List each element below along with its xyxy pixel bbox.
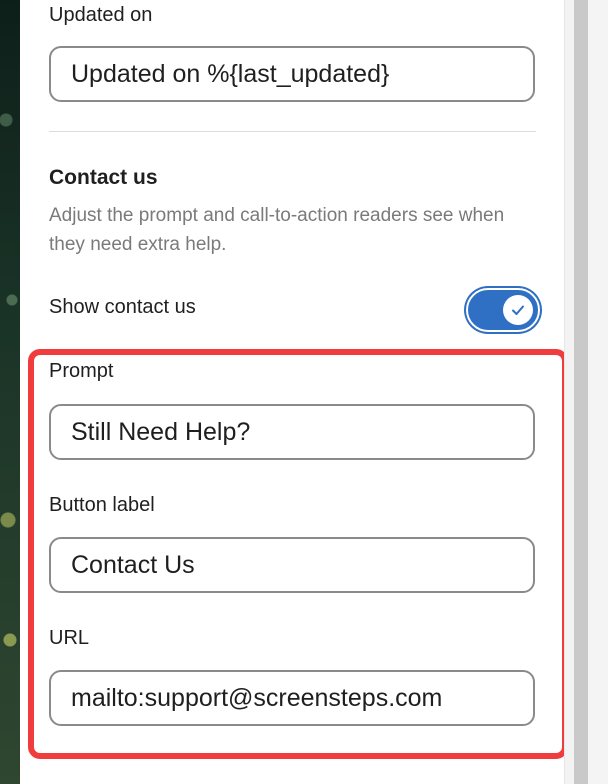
checkmark-icon (512, 305, 524, 315)
contact-us-title: Contact us (49, 166, 158, 189)
show-contact-us-label: Show contact us (49, 296, 196, 318)
button-label-input[interactable] (49, 537, 535, 593)
show-contact-us-toggle[interactable] (466, 288, 540, 332)
contact-us-description: Adjust the prompt and call-to-action rea… (49, 205, 505, 255)
updated-on-label: Updated on (49, 4, 153, 26)
section-divider (49, 131, 536, 132)
prompt-input[interactable] (49, 404, 535, 460)
prompt-label: Prompt (49, 360, 114, 382)
background-image-strip (0, 0, 20, 784)
url-label: URL (49, 627, 90, 649)
url-input[interactable] (49, 670, 535, 726)
updated-on-input[interactable] (49, 46, 535, 102)
button-label-label: Button label (49, 494, 155, 516)
window-edge (588, 0, 608, 784)
toggle-knob (503, 295, 533, 325)
settings-panel (20, 0, 564, 784)
scrollbar-thumb[interactable] (574, 0, 588, 784)
